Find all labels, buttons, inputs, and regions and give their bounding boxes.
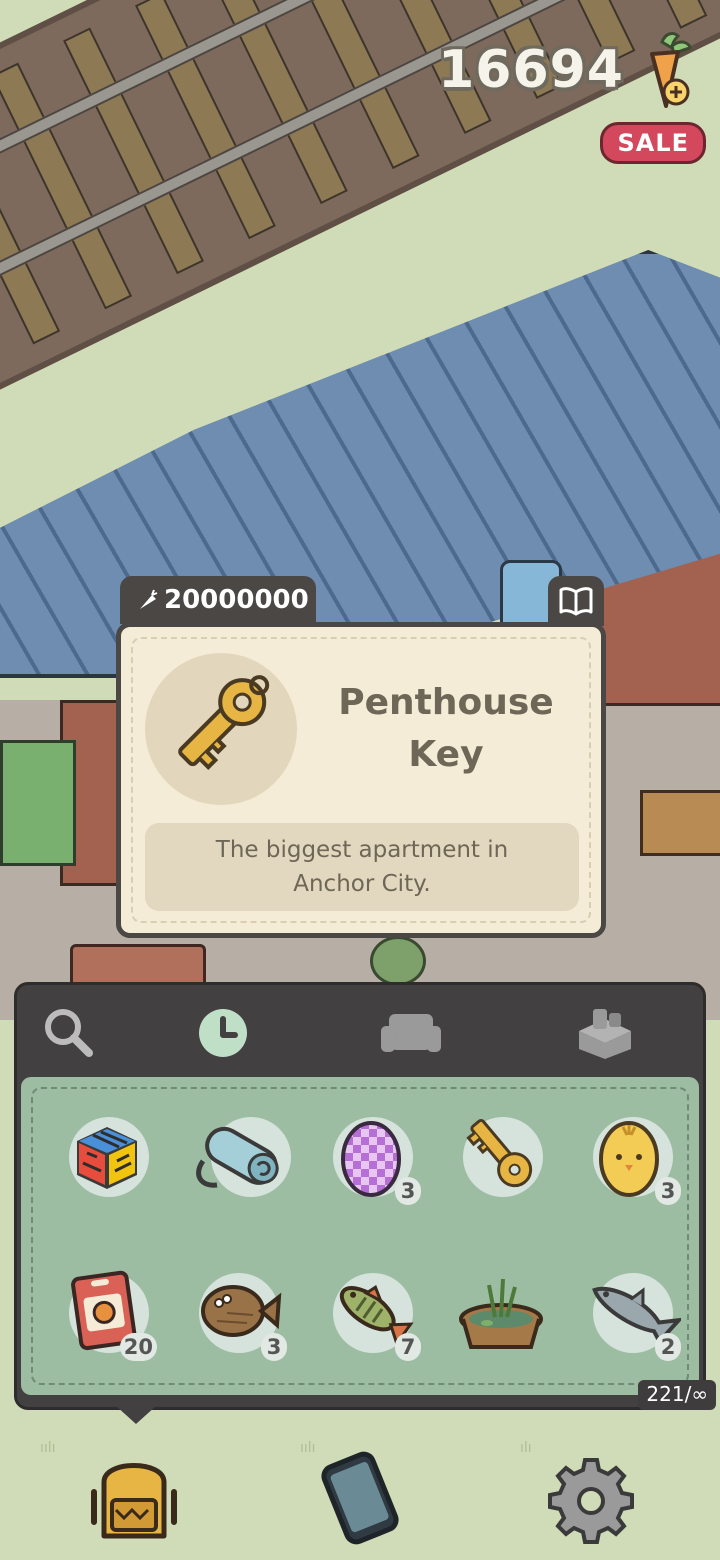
settings-button[interactable]	[546, 1454, 636, 1548]
grass-tuft: ılı	[520, 1440, 532, 1456]
item-count: 20	[119, 1333, 157, 1361]
clock-icon	[199, 1009, 247, 1057]
price-tag: 20000000	[120, 576, 316, 624]
inventory-slot-purple-egg[interactable]: 3	[321, 1105, 421, 1205]
item-count: 3	[655, 1177, 681, 1205]
item-detail-card: Penthouse Key The biggest apartment in A…	[116, 622, 606, 938]
inventory-slot-perch[interactable]: 7	[321, 1261, 421, 1361]
box-icon	[579, 1009, 631, 1059]
price-value: 20000000	[164, 585, 309, 615]
inventory-slot-seed-packet[interactable]: 20	[57, 1261, 157, 1361]
rubiks-cube-icon	[77, 1127, 137, 1189]
backpack-icon	[91, 1463, 177, 1539]
book-button[interactable]	[548, 576, 604, 626]
carrot-small-icon	[140, 589, 158, 609]
item-description: The biggest apartment in Anchor City.	[145, 823, 579, 911]
backpack-button[interactable]	[84, 1452, 184, 1550]
golden-key-icon	[178, 675, 270, 771]
planter-pot-icon	[459, 1278, 543, 1349]
tab-recent[interactable]	[191, 1001, 255, 1065]
currency-display[interactable]: 16694	[438, 30, 696, 110]
inventory-panel: 3 3 20 3 7 2	[14, 982, 706, 1410]
item-count: 3	[395, 1177, 421, 1205]
green-curtain	[0, 740, 76, 866]
inventory-slot-planter-pot[interactable]	[451, 1261, 551, 1361]
item-count: 2	[655, 1333, 681, 1361]
sofa-icon	[381, 1014, 441, 1052]
book-icon	[559, 587, 593, 616]
panel-pointer	[116, 1406, 156, 1424]
golden-key-icon	[466, 1118, 533, 1188]
inventory-capacity: 221/∞	[638, 1380, 716, 1410]
item-count: 3	[261, 1333, 287, 1361]
item-thumbnail	[145, 653, 297, 805]
grass-tuft: ıılı	[40, 1440, 56, 1456]
item-count: 7	[395, 1333, 421, 1361]
sleeping-mat-icon	[196, 1126, 279, 1188]
sale-badge[interactable]: SALE	[600, 122, 706, 164]
item-name: Penthouse Key	[338, 682, 554, 775]
tab-items[interactable]	[573, 1001, 637, 1065]
tab-search[interactable]	[37, 1001, 101, 1065]
inventory-slot-chick-egg[interactable]: 3	[581, 1105, 681, 1205]
inventory-slot-sleeping-mat[interactable]	[187, 1105, 291, 1205]
inventory-slot-penthouse-key[interactable]	[451, 1105, 551, 1205]
inventory-grid: 3 3 20 3 7 2	[21, 1077, 699, 1395]
gear-icon	[548, 1458, 634, 1544]
tab-furniture[interactable]	[379, 1001, 443, 1065]
phone-button[interactable]	[312, 1450, 408, 1550]
inventory-slot-rubiks-cube[interactable]	[57, 1105, 157, 1205]
wooden-bench	[640, 790, 720, 856]
phone-icon	[321, 1451, 399, 1545]
inventory-slot-flounder[interactable]: 3	[187, 1261, 287, 1361]
inventory-tabs	[17, 985, 703, 1079]
magnifier-icon	[45, 1009, 93, 1057]
shrub	[370, 936, 426, 986]
carrot-count: 16694	[438, 40, 624, 100]
carrot-plus-icon[interactable]	[632, 30, 696, 110]
inventory-slot-shark[interactable]: 2	[581, 1261, 681, 1361]
